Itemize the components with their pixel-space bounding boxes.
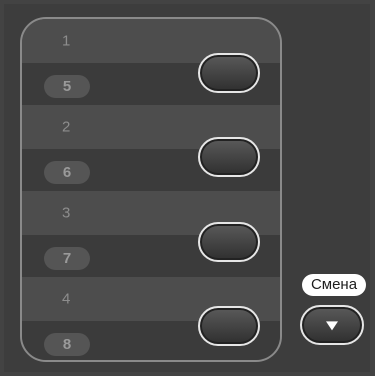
down-arrow-icon [326,321,338,331]
speed-dial-number-7: 7 [44,247,90,270]
speed-dial-button-2-6[interactable] [198,137,260,177]
speed-dial-button-4-8[interactable] [198,306,260,346]
speed-dial-number-8: 8 [44,333,90,356]
speed-dial-button-3-7[interactable] [198,222,260,262]
speed-dial-number-5: 5 [44,75,90,98]
speed-dial-number-2: 2 [62,118,71,136]
speed-dial-number-3: 3 [62,204,71,222]
speed-dial-number-4: 4 [62,290,71,308]
speed-dial-button-1-5[interactable] [198,53,260,93]
control-panel-screen: 1 5 2 6 3 7 4 8 Смена [0,0,375,376]
speed-dial-number-1: 1 [62,32,71,50]
shift-button[interactable] [300,305,364,345]
shift-label: Смена [302,274,366,296]
speed-dial-number-6: 6 [44,161,90,184]
speed-dial-panel: 1 5 2 6 3 7 4 8 [20,17,282,362]
